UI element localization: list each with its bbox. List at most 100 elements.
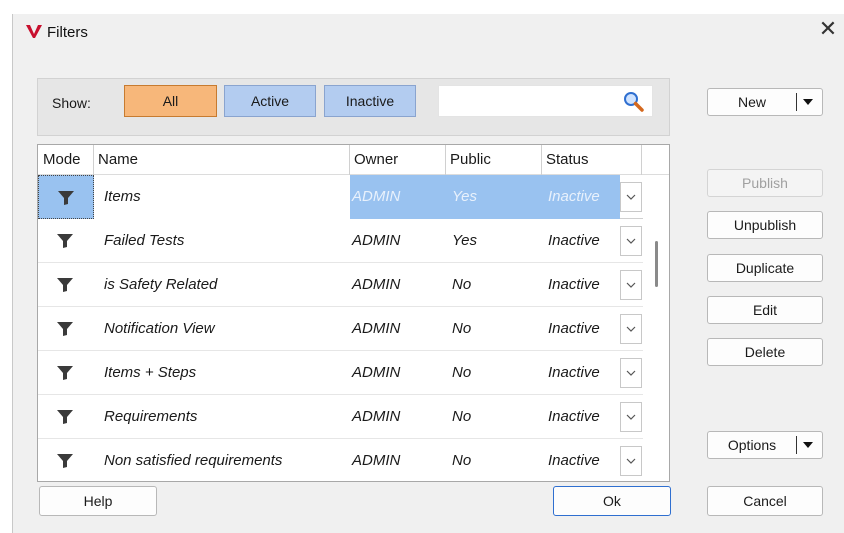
show-all-button[interactable]: All [124,85,217,117]
status-dropdown[interactable] [620,402,642,432]
table-row[interactable]: Non satisfied requirements ADMIN No Inac… [38,439,643,481]
filter-funnel-icon [58,191,74,205]
search-input[interactable] [443,90,613,112]
mode-cell [38,175,94,219]
filters-table: Mode Name Owner Public Status Items ADMI… [37,144,670,482]
help-button[interactable]: Help [39,486,157,516]
close-icon[interactable]: ✕ [817,19,839,42]
mode-cell [38,395,94,439]
filter-funnel-icon [57,366,73,380]
chevron-down-icon [626,238,636,244]
public-cell: No [452,276,472,293]
show-inactive-button[interactable]: Inactive [324,85,416,117]
delete-button[interactable]: Delete [707,338,823,366]
filters-dialog: Filters ✕ Show: All Active Inactive Mode… [12,14,844,533]
status-cell: Inactive [548,320,600,337]
status-cell: Inactive [548,452,600,469]
mode-cell [38,439,94,481]
owner-cell: ADMIN [350,175,446,219]
status-dropdown[interactable] [620,226,642,256]
options-split-button[interactable]: Options [707,431,823,459]
chevron-down-icon [626,194,636,200]
owner-cell: ADMIN [352,320,401,337]
column-header-name[interactable]: Name [94,145,350,175]
chevron-down-icon [626,326,636,332]
status-cell: Inactive [548,364,600,381]
status-cell: Inactive [548,408,600,425]
cancel-button[interactable]: Cancel [707,486,823,516]
new-split-button[interactable]: New [707,88,823,116]
dropdown-arrow-icon[interactable] [803,99,813,105]
split-divider [796,93,797,111]
scrollbar-thumb[interactable] [655,241,658,287]
status-dropdown[interactable] [620,358,642,388]
chevron-down-icon [626,414,636,420]
split-divider [796,436,797,454]
status-dropdown[interactable] [620,314,642,344]
vertical-scrollbar[interactable] [643,175,669,481]
public-cell: Yes [452,232,478,249]
table-row[interactable]: Requirements ADMIN No Inactive [38,395,643,439]
table-row[interactable]: Items + Steps ADMIN No Inactive [38,351,643,395]
column-header-owner[interactable]: Owner [350,145,446,175]
table-row[interactable]: Items ADMIN Yes Inactive [38,175,643,219]
window-title: Filters [47,24,88,41]
new-button-label: New [737,94,766,110]
filter-funnel-icon [57,454,73,468]
status-dropdown[interactable] [620,270,642,300]
filter-funnel-icon [57,234,73,248]
unpublish-button[interactable]: Unpublish [707,211,823,239]
table-row[interactable]: is Safety Related ADMIN No Inactive [38,263,643,307]
filter-funnel-icon [57,410,73,424]
public-cell: No [452,408,472,425]
owner-cell: ADMIN [352,364,401,381]
search-icon[interactable] [622,90,644,112]
mode-cell [38,219,94,263]
show-filter-bar: Show: All Active Inactive [37,78,670,136]
name-cell: Items [94,175,350,219]
chevron-down-icon [626,370,636,376]
name-cell: Failed Tests [104,232,185,249]
table-row[interactable]: Notification View ADMIN No Inactive [38,307,643,351]
chevron-down-icon [626,282,636,288]
owner-cell: ADMIN [352,232,401,249]
owner-cell: ADMIN [352,276,401,293]
status-cell: Inactive [548,232,600,249]
owner-cell: ADMIN [352,452,401,469]
public-cell: No [452,320,472,337]
title-bar: Filters ✕ [13,14,844,54]
duplicate-button[interactable]: Duplicate [707,254,823,282]
status-cell: Inactive [548,276,600,293]
mode-cell [38,307,94,351]
show-label: Show: [52,95,91,111]
name-cell: Requirements [104,408,198,425]
table-row[interactable]: Failed Tests ADMIN Yes Inactive [38,219,643,263]
name-cell: Notification View [104,320,215,337]
table-header: Mode Name Owner Public Status [38,145,669,175]
name-cell: is Safety Related [104,276,218,293]
status-dropdown[interactable] [620,446,642,476]
filter-funnel-icon [57,322,73,336]
name-cell: Items + Steps [104,364,197,381]
search-box [438,85,653,117]
public-cell: No [452,364,472,381]
options-button-label: Options [727,437,777,453]
filter-funnel-icon [57,278,73,292]
ok-button[interactable]: Ok [553,486,671,516]
publish-button[interactable]: Publish [707,169,823,197]
name-cell: Non satisfied requirements [104,452,283,469]
column-header-status[interactable]: Status [542,145,642,175]
owner-cell: ADMIN [352,408,401,425]
show-active-button[interactable]: Active [224,85,316,117]
public-cell: No [452,452,472,469]
column-header-public[interactable]: Public [446,145,542,175]
app-logo-icon [26,25,42,38]
status-cell: Inactive [542,175,620,219]
chevron-down-icon [626,458,636,464]
edit-button[interactable]: Edit [707,296,823,324]
public-cell: Yes [446,175,542,219]
status-dropdown[interactable] [620,182,642,212]
mode-cell [38,351,94,395]
column-header-mode[interactable]: Mode [38,145,94,175]
dropdown-arrow-icon[interactable] [803,442,813,448]
